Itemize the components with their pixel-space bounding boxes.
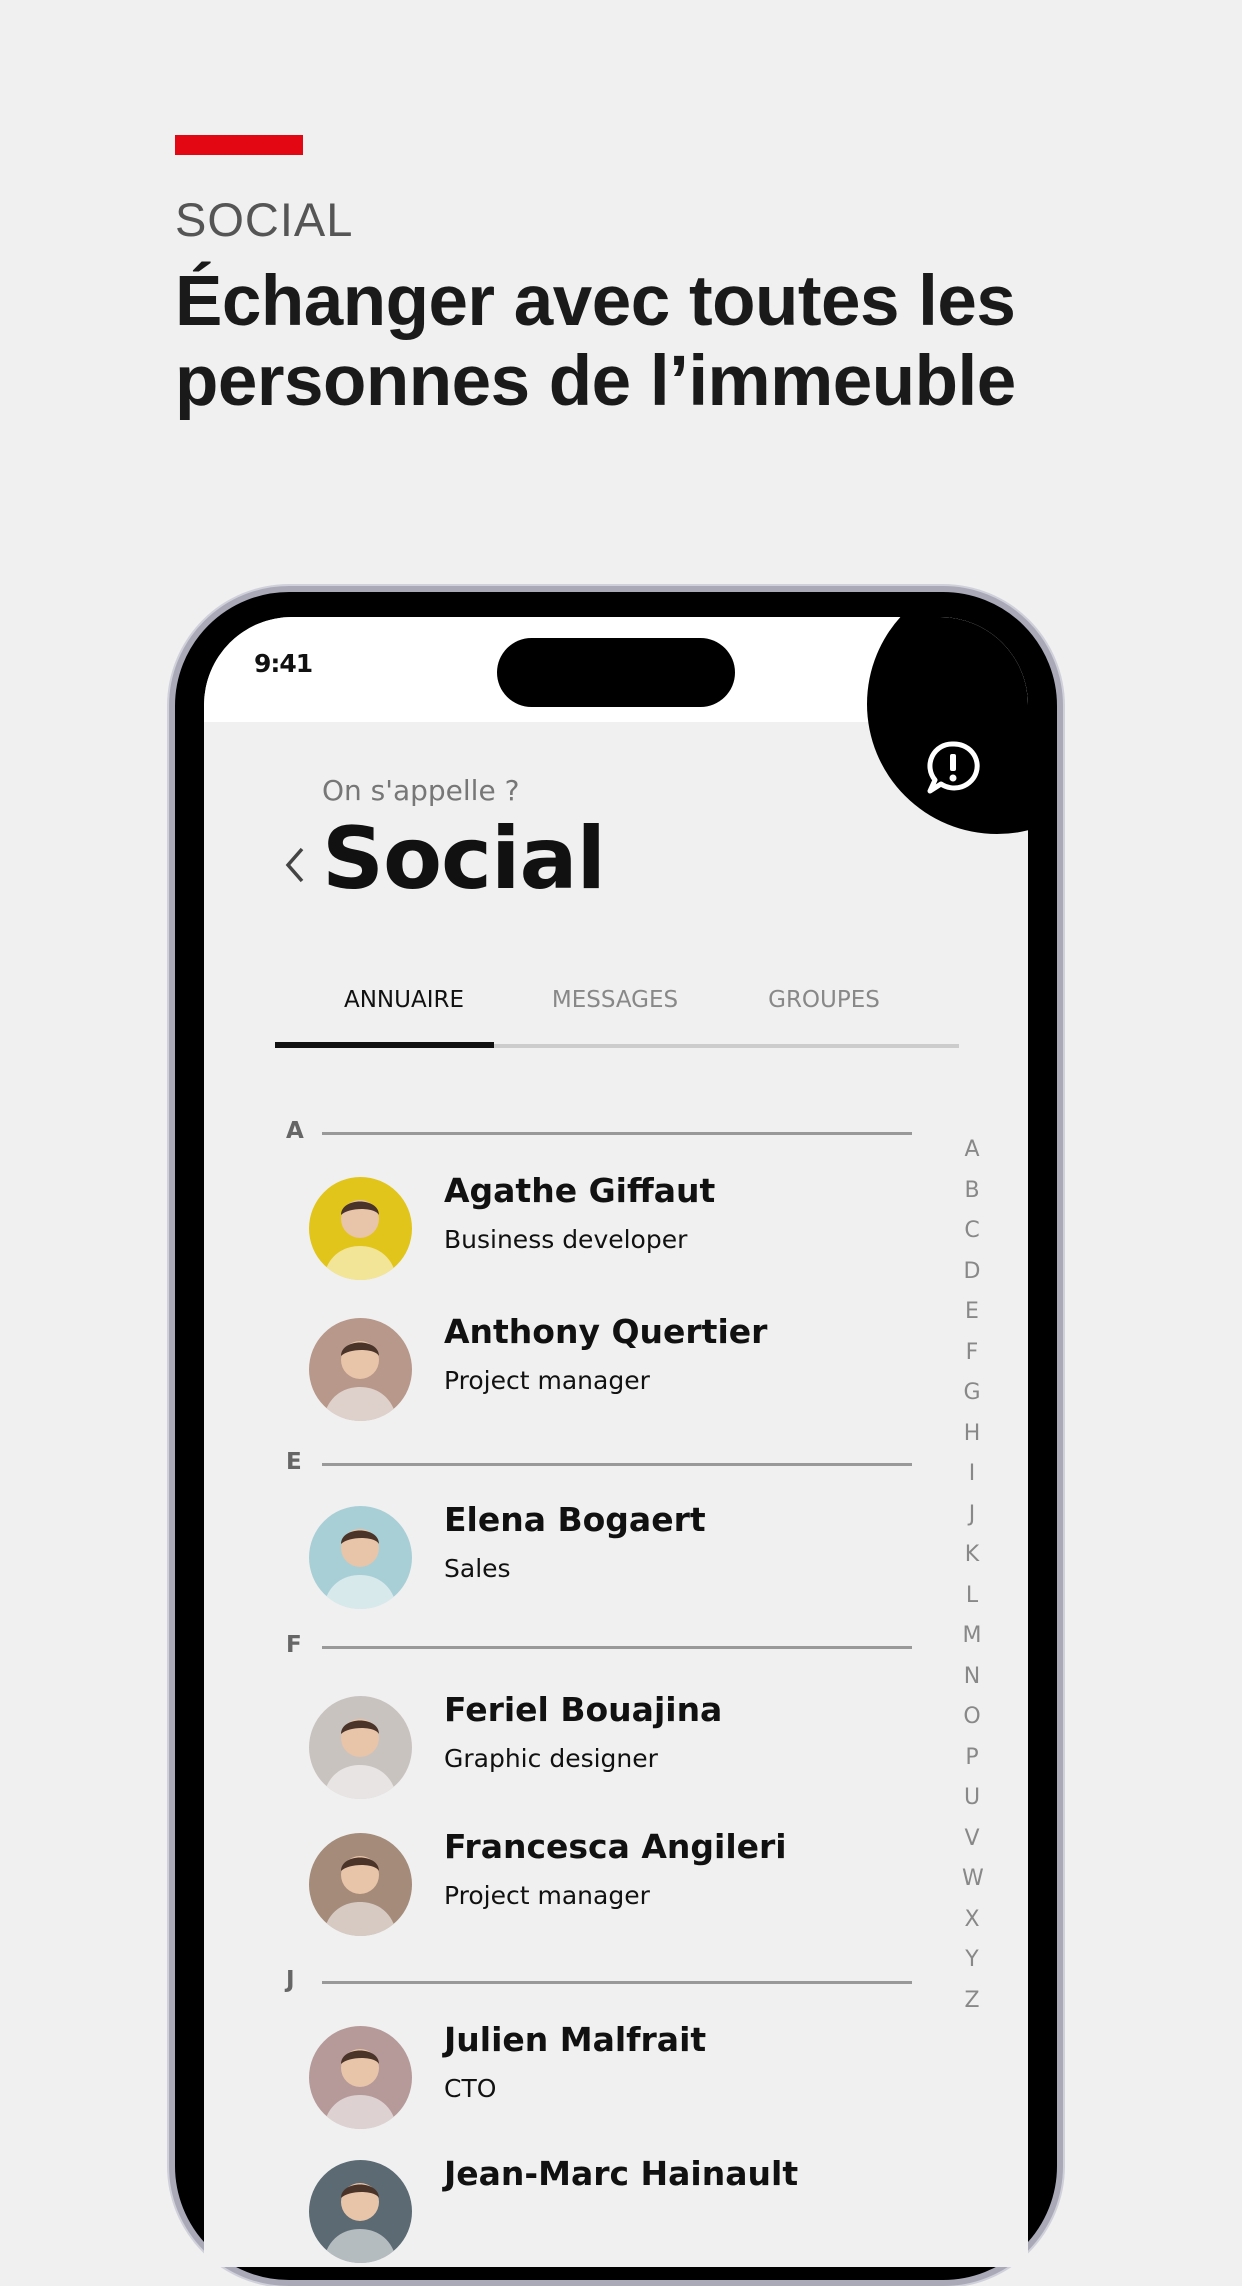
- avatar[interactable]: [309, 1177, 412, 1280]
- contact-name[interactable]: Agathe Giffaut: [444, 1171, 715, 1210]
- alphabet-letter-x[interactable]: X: [962, 1907, 982, 1932]
- chat-alert-icon[interactable]: [924, 739, 982, 797]
- contact-name[interactable]: Jean-Marc Hainault: [444, 2154, 798, 2193]
- alphabet-letter-b[interactable]: B: [962, 1178, 982, 1203]
- person-icon: [323, 2049, 397, 2129]
- alphabet-letter-v[interactable]: V: [962, 1826, 982, 1851]
- contact-name[interactable]: Anthony Quertier: [444, 1312, 767, 1351]
- person-icon: [323, 2183, 397, 2263]
- contact-name[interactable]: Feriel Bouajina: [444, 1690, 722, 1729]
- person-icon: [323, 1856, 397, 1936]
- alphabet-letter-m[interactable]: M: [962, 1623, 982, 1648]
- alphabet-letter-d[interactable]: D: [962, 1259, 982, 1284]
- dynamic-island: [497, 638, 735, 707]
- section-divider: [322, 1646, 912, 1649]
- report-button[interactable]: [867, 617, 1028, 834]
- section-letter: E: [286, 1449, 302, 1475]
- contact-role: Business developer: [444, 1225, 688, 1254]
- alphabet-letter-h[interactable]: H: [962, 1421, 982, 1446]
- tab-messages[interactable]: MESSAGES: [552, 987, 678, 1013]
- contact-name[interactable]: Elena Bogaert: [444, 1500, 706, 1539]
- headline: Échanger avec toutes les personnes de l’…: [175, 262, 1016, 421]
- alphabet-letter-p[interactable]: P: [962, 1745, 982, 1770]
- contact-role: Graphic designer: [444, 1744, 658, 1773]
- tab-active-indicator: [275, 1042, 494, 1048]
- contact-role: Sales: [444, 1554, 511, 1583]
- avatar[interactable]: [309, 1506, 412, 1609]
- page-subtitle: On s'appelle ?: [322, 774, 520, 807]
- alphabet-letter-y[interactable]: Y: [962, 1947, 982, 1972]
- alphabet-letter-k[interactable]: K: [962, 1542, 982, 1567]
- accent-bar: [175, 135, 303, 155]
- person-icon: [323, 1719, 397, 1799]
- alphabet-letter-a[interactable]: A: [962, 1137, 982, 1162]
- alphabet-letter-j[interactable]: J: [962, 1502, 982, 1527]
- alphabet-letter-l[interactable]: L: [962, 1583, 982, 1608]
- alphabet-letter-e[interactable]: E: [962, 1299, 982, 1324]
- section-divider: [322, 1463, 912, 1466]
- alphabet-letter-g[interactable]: G: [962, 1380, 982, 1405]
- status-time: 9:41: [254, 649, 313, 678]
- section-letter: J: [286, 1967, 295, 1993]
- phone-screen: 9:41 On s'appelle ? Social ANNUAIRE MESS…: [204, 617, 1028, 2267]
- avatar[interactable]: [309, 1833, 412, 1936]
- alphabet-letter-u[interactable]: U: [962, 1785, 982, 1810]
- contact-role: CTO: [444, 2074, 497, 2103]
- alphabet-letter-z[interactable]: Z: [962, 1988, 982, 2013]
- tab-annuaire[interactable]: ANNUAIRE: [344, 987, 464, 1013]
- avatar[interactable]: [309, 1318, 412, 1421]
- alphabet-letter-o[interactable]: O: [962, 1704, 982, 1729]
- section-kicker: SOCIAL: [175, 193, 354, 246]
- avatar[interactable]: [309, 1696, 412, 1799]
- section-divider: [322, 1132, 912, 1135]
- person-icon: [323, 1341, 397, 1421]
- alphabet-letter-w[interactable]: W: [962, 1866, 984, 1891]
- contact-name[interactable]: Francesca Angileri: [444, 1827, 787, 1866]
- back-chevron-icon[interactable]: [280, 845, 310, 885]
- tab-groupes[interactable]: GROUPES: [768, 987, 880, 1013]
- contact-name[interactable]: Julien Malfrait: [444, 2020, 706, 2059]
- section-letter: F: [286, 1632, 302, 1658]
- alphabet-letter-n[interactable]: N: [962, 1664, 982, 1689]
- section-letter: A: [286, 1118, 304, 1144]
- contact-role: Project manager: [444, 1881, 650, 1910]
- page-title: Social: [322, 809, 606, 909]
- contact-role: Project manager: [444, 1366, 650, 1395]
- avatar[interactable]: [309, 2160, 412, 2263]
- alphabet-letter-c[interactable]: C: [962, 1218, 982, 1243]
- avatar[interactable]: [309, 2026, 412, 2129]
- alphabet-letter-i[interactable]: I: [962, 1461, 982, 1486]
- person-icon: [323, 1529, 397, 1609]
- section-divider: [322, 1981, 912, 1984]
- alphabet-letter-f[interactable]: F: [962, 1340, 982, 1365]
- person-icon: [323, 1200, 397, 1280]
